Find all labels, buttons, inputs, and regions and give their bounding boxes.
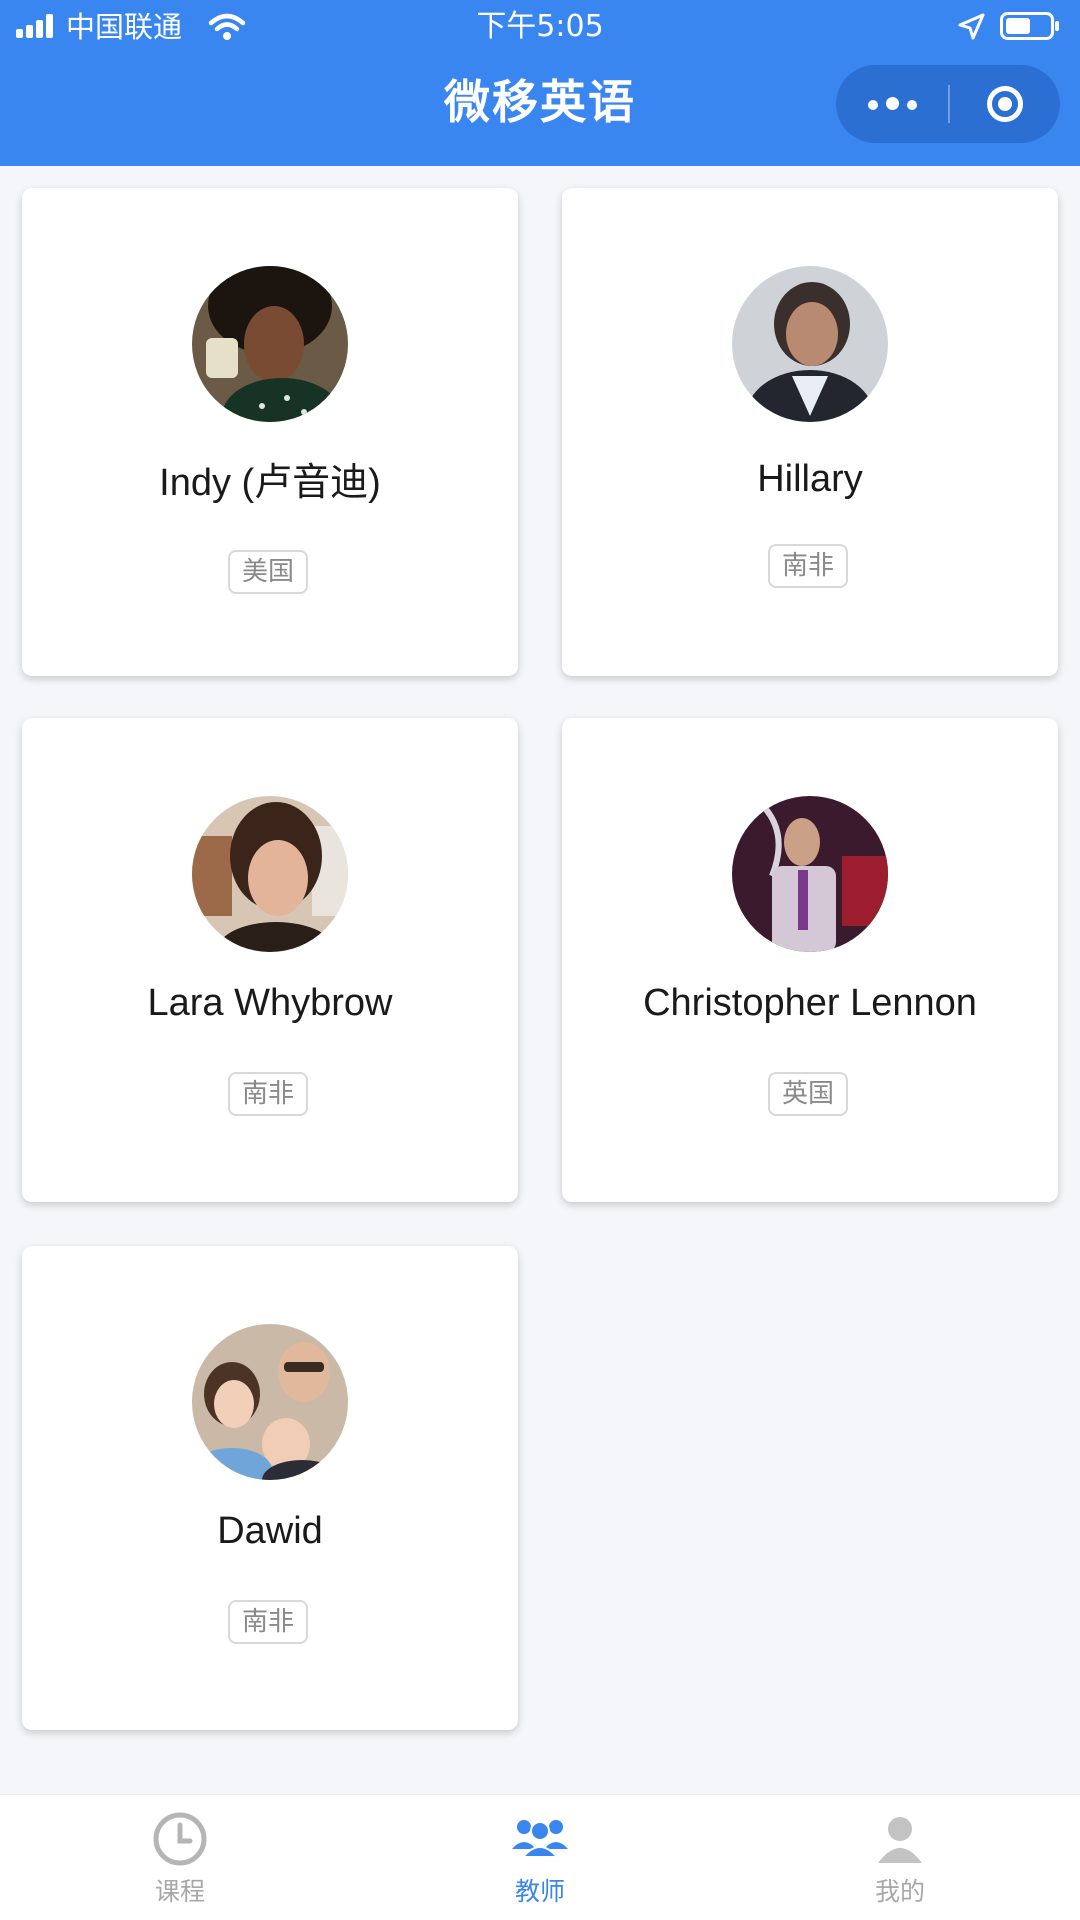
country-tag: 南非 <box>228 1600 308 1644</box>
teacher-avatar <box>192 1324 348 1480</box>
person-icon <box>878 1817 922 1863</box>
tab-courses[interactable]: 课程 <box>80 1795 280 1920</box>
header: 中国联通 下午5:05 微移英语 <box>0 0 1080 166</box>
teacher-card[interactable]: Dawid 南非 <box>22 1246 518 1730</box>
screen: 中国联通 下午5:05 微移英语 Indy (卢音迪) 美国 Hillary 南… <box>0 0 1080 1920</box>
teacher-avatar <box>732 266 888 422</box>
status-bar: 中国联通 下午5:05 <box>0 0 1080 54</box>
tab-label: 我的 <box>874 1877 925 1906</box>
tab-bar: 课程 教师 我的 <box>0 1794 1080 1920</box>
teacher-name: Hillary <box>757 458 863 500</box>
tab-teachers[interactable]: 教师 <box>440 1795 640 1920</box>
teacher-card[interactable]: Christopher Lennon 英国 <box>562 718 1058 1202</box>
tab-label: 课程 <box>154 1877 205 1906</box>
country-tag: 南非 <box>228 1072 308 1116</box>
teacher-card[interactable]: Indy (卢音迪) 美国 <box>22 188 518 676</box>
tab-label: 教师 <box>514 1877 565 1906</box>
teacher-card[interactable]: Lara Whybrow 南非 <box>22 718 518 1202</box>
clock-icon <box>153 1812 207 1866</box>
teacher-name: Christopher Lennon <box>643 982 977 1024</box>
battery-icon <box>1000 12 1059 40</box>
teacher-name: Dawid <box>217 1510 323 1552</box>
close-target-icon <box>987 86 1023 122</box>
tab-mine[interactable]: 我的 <box>800 1795 1000 1920</box>
close-button[interactable] <box>950 65 1060 143</box>
teacher-name: Indy (卢音迪) <box>159 462 381 504</box>
more-dots-icon <box>864 95 921 114</box>
country-tag: 南非 <box>768 544 848 588</box>
teacher-name: Lara Whybrow <box>147 982 393 1024</box>
teacher-card[interactable]: Hillary 南非 <box>562 188 1058 676</box>
mini-program-capsule <box>836 65 1060 143</box>
people-icon <box>512 1820 568 1858</box>
teacher-avatar <box>192 796 348 952</box>
more-button[interactable] <box>836 65 948 143</box>
teacher-avatar <box>192 266 348 422</box>
country-tag: 美国 <box>228 550 308 594</box>
status-time: 下午5:05 <box>476 9 604 44</box>
teacher-avatar <box>732 796 888 952</box>
country-tag: 英国 <box>768 1072 848 1116</box>
location-arrow-icon <box>958 13 985 40</box>
